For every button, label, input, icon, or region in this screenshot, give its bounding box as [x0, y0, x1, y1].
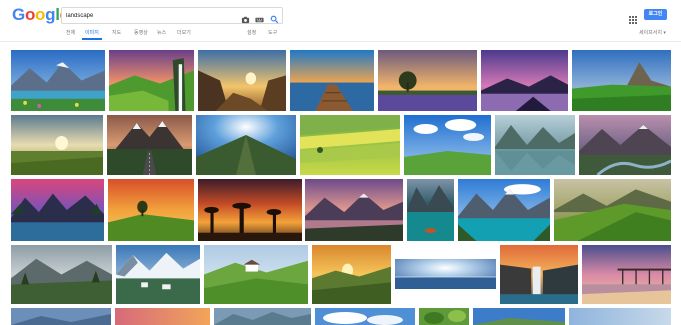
- image-result[interactable]: [214, 308, 311, 325]
- top-bar: Google 로그인 전체 이미지 지도 동영상 뉴스 더보기 설정 도구 세이…: [0, 0, 681, 41]
- image-result[interactable]: [11, 50, 105, 111]
- image-result[interactable]: [473, 308, 565, 325]
- image-result[interactable]: [11, 308, 111, 325]
- image-result[interactable]: [204, 245, 308, 304]
- image-result[interactable]: [305, 179, 403, 241]
- image-result[interactable]: [495, 115, 575, 175]
- tab-videos[interactable]: 동영상: [134, 29, 148, 36]
- image-result[interactable]: [108, 179, 194, 241]
- apps-icon[interactable]: [629, 11, 637, 24]
- tab-all[interactable]: 전체: [66, 29, 75, 36]
- image-result[interactable]: [554, 179, 671, 241]
- image-result[interactable]: [11, 245, 112, 304]
- image-result[interactable]: [407, 179, 454, 241]
- image-result[interactable]: [481, 50, 568, 111]
- image-result[interactable]: [569, 308, 671, 325]
- image-result[interactable]: [572, 50, 671, 111]
- image-result[interactable]: [315, 308, 415, 325]
- tab-settings[interactable]: 설정: [247, 29, 256, 36]
- image-result[interactable]: [404, 115, 491, 175]
- tab-more[interactable]: 더보기: [177, 29, 191, 36]
- tab-news[interactable]: 뉴스: [157, 29, 166, 36]
- image-result[interactable]: [312, 245, 391, 304]
- image-result[interactable]: [11, 179, 104, 241]
- image-result[interactable]: [198, 50, 286, 111]
- tab-tools[interactable]: 도구: [268, 29, 277, 36]
- image-result[interactable]: [11, 115, 103, 175]
- search-icon[interactable]: [270, 11, 279, 24]
- image-result[interactable]: [458, 179, 550, 241]
- logo-letter: o: [24, 5, 36, 24]
- image-result[interactable]: [290, 50, 374, 111]
- active-tab-indicator: [82, 38, 102, 40]
- image-results-grid: [0, 42, 681, 325]
- image-result[interactable]: [419, 308, 469, 325]
- image-result[interactable]: [500, 245, 578, 304]
- image-result[interactable]: [395, 259, 496, 289]
- sign-in-button[interactable]: 로그인: [644, 9, 667, 20]
- image-result[interactable]: [115, 308, 210, 325]
- image-result[interactable]: [582, 245, 671, 304]
- image-result[interactable]: [109, 50, 194, 111]
- image-result[interactable]: [198, 179, 302, 241]
- image-result[interactable]: [107, 115, 192, 175]
- image-result[interactable]: [579, 115, 671, 175]
- tab-images[interactable]: 이미지: [85, 29, 99, 36]
- keyboard-icon[interactable]: [255, 11, 264, 23]
- logo-letter: g: [45, 5, 56, 24]
- logo-letter: G: [12, 5, 25, 24]
- camera-icon[interactable]: [241, 11, 250, 24]
- search-box[interactable]: [61, 7, 283, 24]
- image-result[interactable]: [116, 245, 200, 304]
- tab-maps[interactable]: 지도: [112, 29, 121, 36]
- logo-letter: o: [35, 5, 46, 24]
- safesearch-menu[interactable]: 세이프서치 ▾: [639, 29, 666, 36]
- image-result[interactable]: [196, 115, 296, 175]
- image-result[interactable]: [300, 115, 400, 175]
- image-result[interactable]: [378, 50, 477, 111]
- search-input[interactable]: [66, 9, 236, 22]
